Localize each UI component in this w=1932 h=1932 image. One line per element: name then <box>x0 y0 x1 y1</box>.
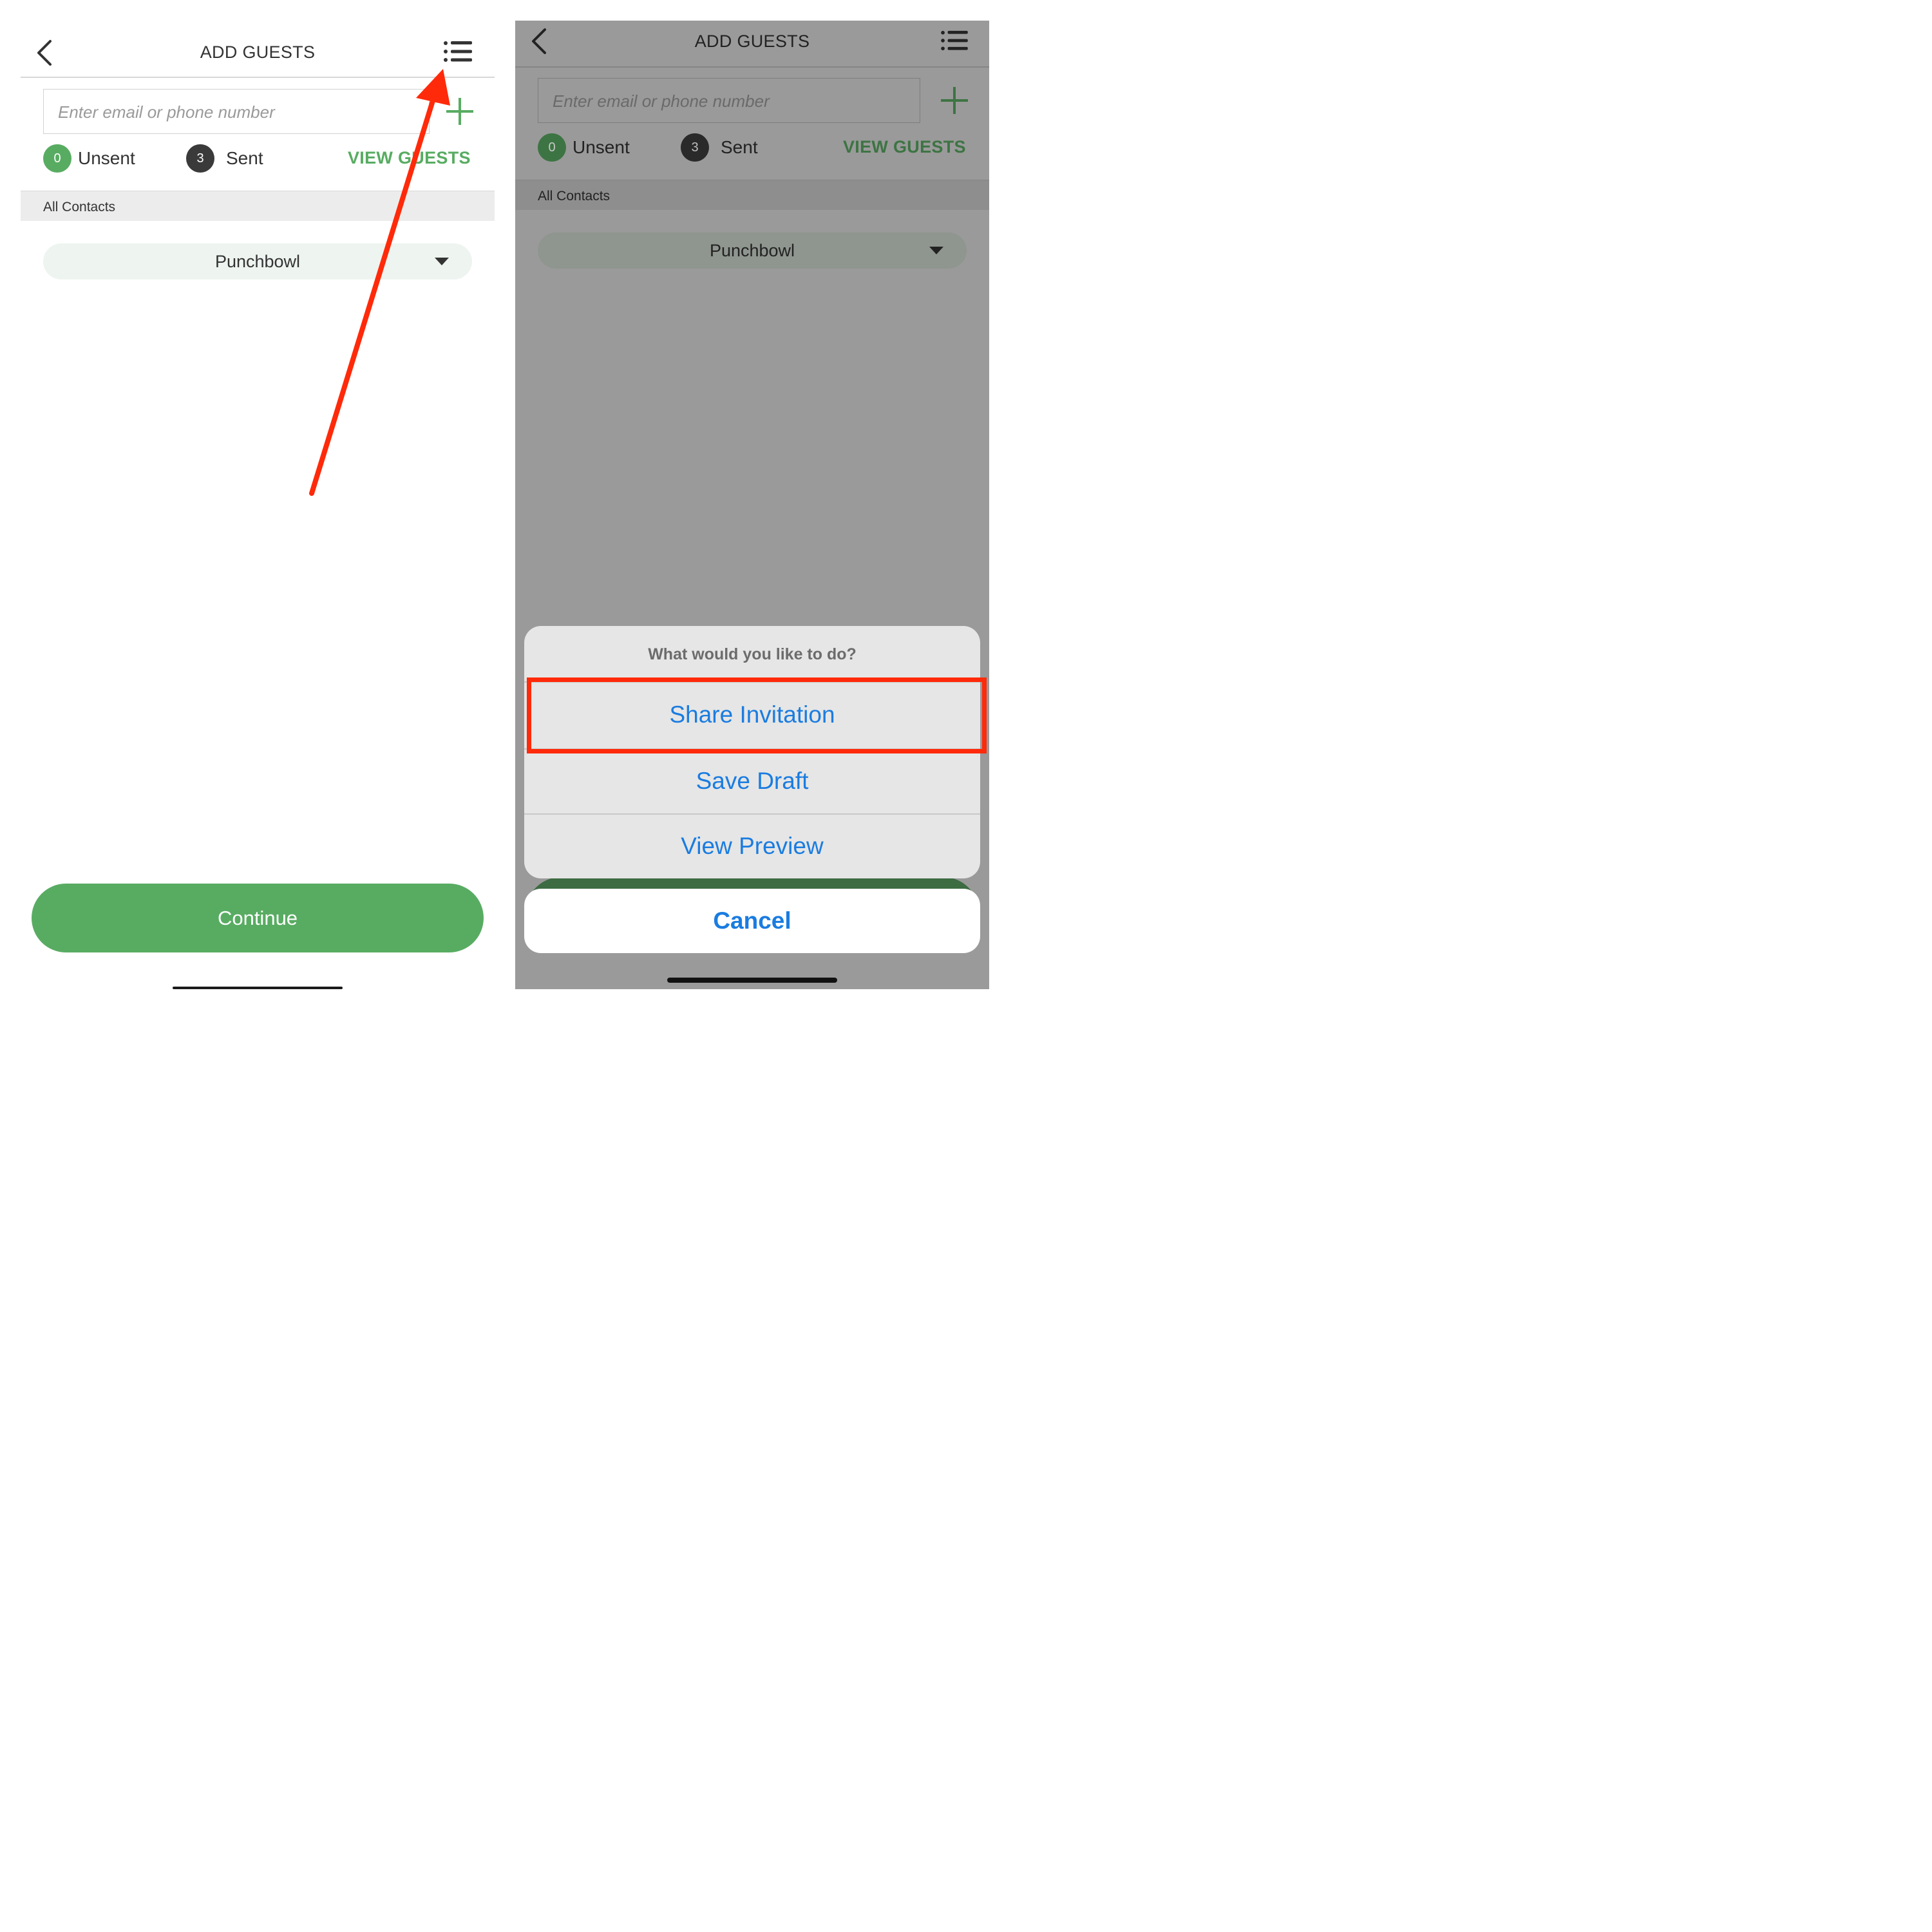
annotation-highlight-box <box>527 677 987 753</box>
email-phone-input[interactable]: Enter email or phone number <box>538 78 920 123</box>
plus-icon <box>446 98 473 125</box>
view-guests-link[interactable]: VIEW GUESTS <box>348 148 471 168</box>
section-title: All Contacts <box>43 200 116 214</box>
continue-label: Continue <box>217 906 298 929</box>
add-guest-button[interactable] <box>940 86 969 118</box>
contact-source-dropdown[interactable]: Punchbowl <box>538 232 967 269</box>
section-header: All Contacts <box>515 180 989 210</box>
action-sheet-title: What would you like to do? <box>648 645 857 663</box>
input-placeholder: Enter email or phone number <box>58 102 275 122</box>
sent-label: Sent <box>721 137 758 157</box>
home-indicator <box>667 978 837 983</box>
cancel-label: Cancel <box>713 907 791 934</box>
caret-down-icon <box>435 258 449 265</box>
dropdown-value: Punchbowl <box>709 240 795 260</box>
sent-label: Sent <box>226 148 263 168</box>
email-phone-input[interactable]: Enter email or phone number <box>43 89 430 134</box>
menu-button[interactable] <box>940 30 969 52</box>
caret-down-icon <box>929 247 943 254</box>
save-draft-option[interactable]: Save Draft <box>524 749 980 813</box>
page-title: ADD GUESTS <box>200 43 316 62</box>
continue-button[interactable]: Continue <box>32 884 484 952</box>
home-indicator <box>173 987 343 989</box>
view-guests-link[interactable]: VIEW GUESTS <box>843 137 966 157</box>
unsent-count-badge: 0 <box>538 133 566 162</box>
contact-source-dropdown[interactable]: Punchbowl <box>43 243 472 279</box>
add-guest-button[interactable] <box>445 97 475 129</box>
sent-count-badge: 3 <box>186 144 214 173</box>
header-divider <box>21 77 495 78</box>
section-header: All Contacts <box>21 191 495 221</box>
plus-icon <box>941 87 968 114</box>
right-screen: ADD GUESTS Enter email or phone number 0… <box>515 21 989 989</box>
unsent-label: Unsent <box>573 137 630 157</box>
list-menu-icon <box>444 41 472 62</box>
save-draft-label: Save Draft <box>696 768 809 794</box>
view-preview-option[interactable]: View Preview <box>524 814 980 878</box>
page-title: ADD GUESTS <box>694 32 810 51</box>
menu-button[interactable] <box>443 40 473 63</box>
cancel-button[interactable]: Cancel <box>524 889 980 953</box>
section-title: All Contacts <box>538 189 611 204</box>
unsent-label: Unsent <box>78 148 135 168</box>
view-preview-label: View Preview <box>681 833 824 859</box>
input-placeholder: Enter email or phone number <box>553 91 770 111</box>
left-screen: ADD GUESTS Enter email or phone number 0… <box>21 21 495 989</box>
dropdown-value: Punchbowl <box>214 251 301 271</box>
unsent-count-badge: 0 <box>43 144 71 173</box>
header-divider <box>515 66 989 68</box>
sent-count-badge: 3 <box>681 133 709 162</box>
list-menu-icon <box>941 30 968 51</box>
